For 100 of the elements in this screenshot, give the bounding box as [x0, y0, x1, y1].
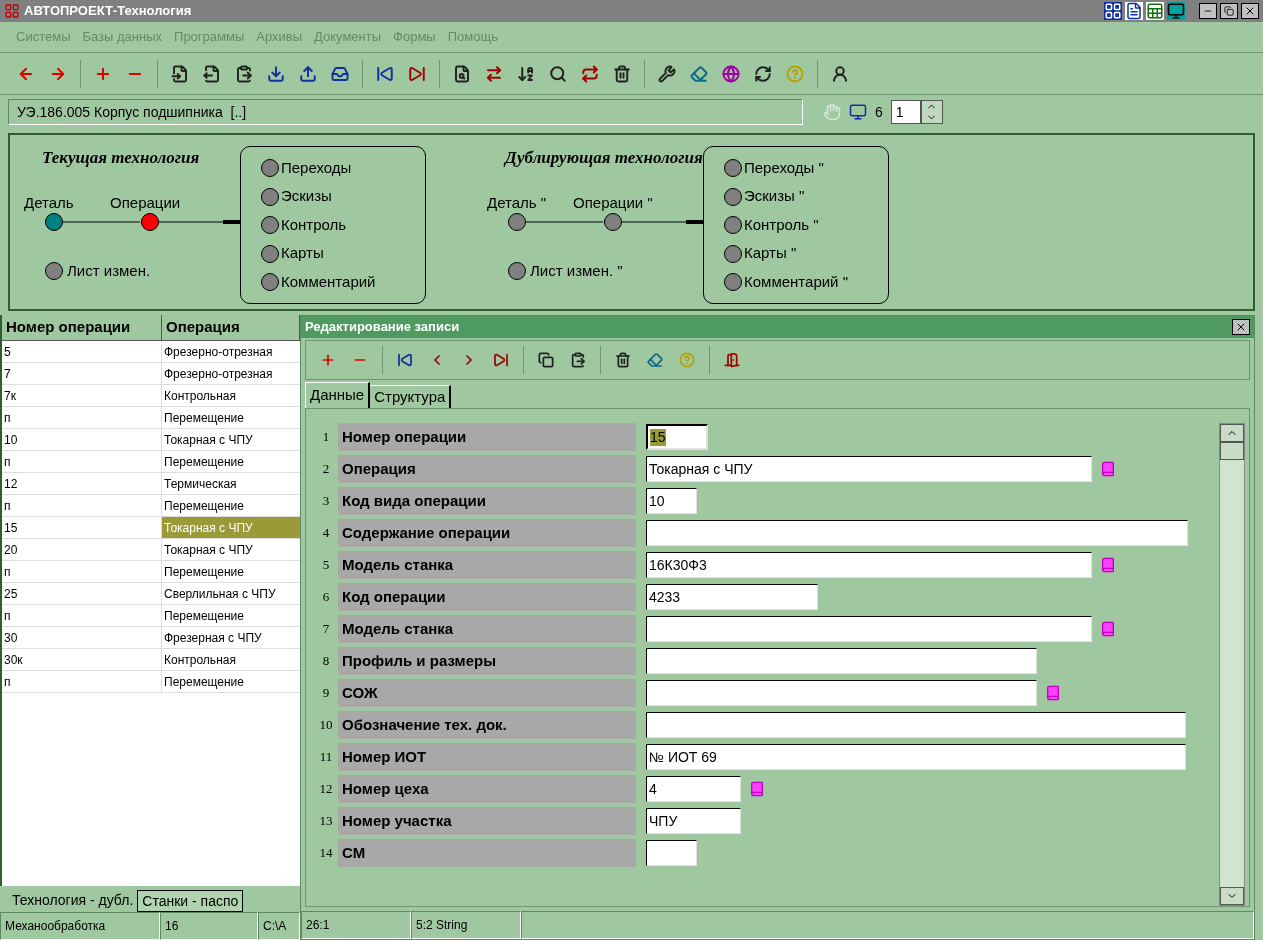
row-number: 9: [321, 684, 331, 703]
table-cell: 30к: [2, 649, 162, 670]
scrollbar[interactable]: [1219, 423, 1245, 906]
table-cell[interactable]: Фрезерная с ЧПУ: [162, 627, 300, 648]
input-field[interactable]: [646, 520, 1188, 546]
input-field[interactable]: ЧПУ: [646, 808, 741, 834]
node-label: Карты: [281, 243, 324, 264]
field-label: Профиль и размеры: [338, 647, 636, 675]
input-field[interactable]: [646, 616, 1092, 642]
table-cell: п: [2, 561, 162, 582]
table-cell: 30: [2, 627, 162, 648]
scroll-thumb[interactable]: [1220, 442, 1244, 460]
row-number: 13: [318, 812, 334, 831]
field-label: Номер ИОТ: [338, 743, 636, 771]
table-cell[interactable]: Контрольная: [162, 385, 300, 406]
node-label: Комментарий: [281, 271, 376, 292]
sheet-tab[interactable]: Технология - дубл.: [8, 888, 138, 912]
table-cell[interactable]: Перемещение: [162, 407, 300, 428]
sheet-tab[interactable]: Станки - паспо: [137, 890, 244, 912]
table-cell: 5: [2, 341, 162, 362]
row-number: 8: [321, 652, 331, 671]
node-label: Операции ": [573, 193, 653, 213]
row-number: 11: [318, 748, 334, 767]
row-number: 6: [321, 588, 331, 607]
field-label: Код вида операции: [338, 487, 636, 515]
table-cell: 7к: [2, 385, 162, 406]
book-icon[interactable]: [1100, 621, 1116, 637]
count-text: 6: [875, 102, 883, 122]
table-cell[interactable]: Контрольная: [162, 649, 300, 670]
node-label: Эскизы ": [744, 186, 805, 207]
input-field[interactable]: 4: [646, 776, 741, 802]
tab[interactable]: Структура: [370, 385, 452, 408]
node-label: Деталь: [24, 193, 74, 213]
diagram-title: Текущая технология: [42, 147, 200, 169]
table-cell[interactable]: Термическая: [162, 473, 300, 494]
table-cell[interactable]: Токарная с ЧПУ: [162, 539, 300, 560]
table-cell: п: [2, 407, 162, 428]
spreadsheet-icon[interactable]: [1146, 2, 1164, 20]
node-label: Переходы ": [744, 157, 824, 178]
field-label: Номер участка: [338, 807, 636, 835]
input-field[interactable]: [646, 840, 697, 866]
input-field[interactable]: Токарная с ЧПУ: [646, 456, 1092, 482]
field-label: Модель станка: [338, 551, 636, 579]
document-icon[interactable]: [1125, 2, 1143, 20]
app-logo-icon: [4, 3, 20, 19]
restore-button[interactable]: [1220, 3, 1238, 19]
table-cell[interactable]: Перемещение: [162, 561, 300, 582]
table-cell[interactable]: Фрезерно-отрезная: [162, 341, 300, 362]
input-field[interactable]: № ИОТ 69: [646, 744, 1186, 770]
spin-buttons[interactable]: [920, 100, 943, 124]
table-cell: 25: [2, 583, 162, 604]
table-cell: п: [2, 671, 162, 692]
grid-icon[interactable]: [1104, 2, 1122, 20]
column-header[interactable]: Номер операции: [2, 315, 162, 340]
status-cell: C:\A: [258, 912, 300, 940]
column-header[interactable]: Операция: [162, 315, 300, 340]
book-icon[interactable]: [1100, 461, 1116, 477]
node-label: Комментарий ": [744, 271, 848, 292]
row-number: 4: [321, 524, 331, 543]
path-field[interactable]: УЭ.186.005 Корпус подшипника [..]: [8, 99, 803, 125]
monitor-icon[interactable]: [1167, 2, 1185, 20]
node-label: Лист измен.: [67, 261, 151, 281]
input-field[interactable]: [646, 712, 1186, 738]
input-field[interactable]: 10: [646, 488, 697, 514]
input-field[interactable]: 4233: [646, 584, 818, 610]
table-cell[interactable]: Перемещение: [162, 495, 300, 516]
tab[interactable]: Данные: [305, 382, 371, 408]
window-title: АВТОПРОЕКТ-Технология: [24, 2, 192, 21]
table-cell[interactable]: Сверлильная с ЧПУ: [162, 583, 300, 604]
table-cell: 12: [2, 473, 162, 494]
book-icon[interactable]: [1045, 685, 1061, 701]
monitor-icon[interactable]: [849, 103, 867, 121]
row-number: 2: [321, 460, 331, 479]
input-field[interactable]: [646, 648, 1037, 674]
table-cell[interactable]: Фрезерно-отрезная: [162, 363, 300, 384]
table-cell: 7: [2, 363, 162, 384]
node-label: Деталь ": [487, 193, 547, 213]
restore-icon[interactable]: [1224, 6, 1234, 16]
book-icon[interactable]: [1100, 557, 1116, 573]
node-label: Лист измен. ": [530, 261, 623, 281]
table-cell[interactable]: Перемещение: [162, 671, 300, 692]
table-cell[interactable]: Токарная с ЧПУ: [162, 429, 300, 450]
table-cell: 10: [2, 429, 162, 450]
node-label: Контроль ": [744, 214, 819, 235]
table-cell[interactable]: Перемещение: [162, 451, 300, 472]
book-icon[interactable]: [749, 781, 765, 797]
field-label: Содержание операции: [338, 519, 636, 547]
table-cell[interactable]: Перемещение: [162, 605, 300, 626]
spin-field[interactable]: 1: [890, 100, 921, 124]
minimize-button[interactable]: [1199, 3, 1217, 19]
row-number: 7: [321, 620, 331, 639]
status-cell: 5:2 String: [411, 911, 521, 939]
field-label: Код операции: [338, 583, 636, 611]
node-label: Переходы: [281, 157, 352, 178]
input-field[interactable]: 16К30Ф3: [646, 552, 1092, 578]
row-number: 5: [321, 556, 331, 575]
input-field[interactable]: [646, 680, 1037, 706]
input-field[interactable]: 15: [646, 424, 708, 450]
row-number: 10: [318, 716, 334, 735]
node-label: Карты ": [744, 243, 797, 264]
